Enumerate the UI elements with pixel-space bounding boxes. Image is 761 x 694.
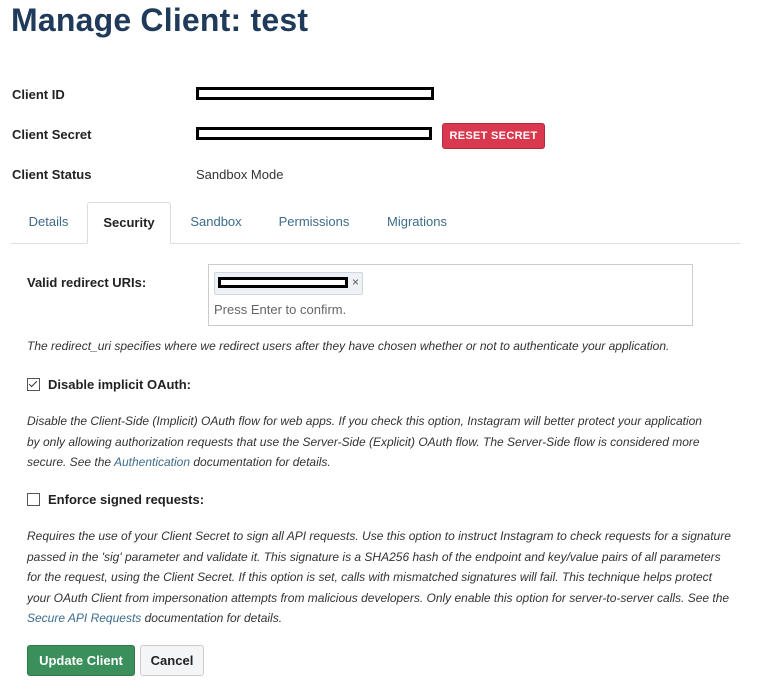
reset-secret-button[interactable]: RESET SECRET <box>442 123 545 149</box>
tab-details[interactable]: Details <box>11 202 86 242</box>
disable-implicit-oauth-checkbox[interactable] <box>27 378 40 391</box>
tab-bar: Details Security Sandbox Permissions Mig… <box>11 202 740 244</box>
client-status-label: Client Status <box>12 167 92 182</box>
client-id-label: Client ID <box>12 87 65 102</box>
enforce-signed-requests-label[interactable]: Enforce signed requests: <box>48 492 204 507</box>
page-title: Manage Client: test <box>11 2 309 38</box>
cancel-button[interactable]: Cancel <box>140 645 204 676</box>
client-status-value: Sandbox Mode <box>196 167 284 182</box>
disable-implicit-oauth-label[interactable]: Disable implicit OAuth: <box>48 377 191 392</box>
tab-sandbox[interactable]: Sandbox <box>176 202 256 242</box>
checkmark-icon <box>28 378 38 388</box>
tab-permissions[interactable]: Permissions <box>263 202 365 242</box>
implicit-oauth-help: Disable the Client-Side (Implicit) OAuth… <box>27 414 702 469</box>
remove-tag-icon[interactable]: × <box>352 275 359 289</box>
redirect-uris-field[interactable]: × <box>208 264 693 326</box>
implicit-oauth-row: Disable implicit OAuth: <box>27 377 191 392</box>
secure-api-requests-link[interactable]: Secure API Requests <box>27 611 141 625</box>
authentication-link[interactable]: Authentication <box>114 455 190 469</box>
redirect-uri-input[interactable] <box>214 300 514 318</box>
signed-requests-row: Enforce signed requests: <box>27 492 204 507</box>
redirect-uri-tag: × <box>214 272 363 295</box>
redirect-uris-label: Valid redirect URIs: <box>27 275 147 290</box>
enforce-signed-requests-checkbox[interactable] <box>27 493 40 506</box>
tab-security[interactable]: Security <box>87 202 171 244</box>
redirect-uri-value-redacted <box>218 277 348 288</box>
redirect-uri-help: The redirect_uri specifies where we redi… <box>27 339 670 353</box>
client-id-value-redacted <box>196 87 434 100</box>
client-secret-label: Client Secret <box>12 127 92 142</box>
signed-requests-help: Requires the use of your Client Secret t… <box>27 529 731 625</box>
client-secret-value-redacted <box>196 127 432 140</box>
tab-migrations[interactable]: Migrations <box>372 202 462 242</box>
update-client-button[interactable]: Update Client <box>27 645 135 676</box>
